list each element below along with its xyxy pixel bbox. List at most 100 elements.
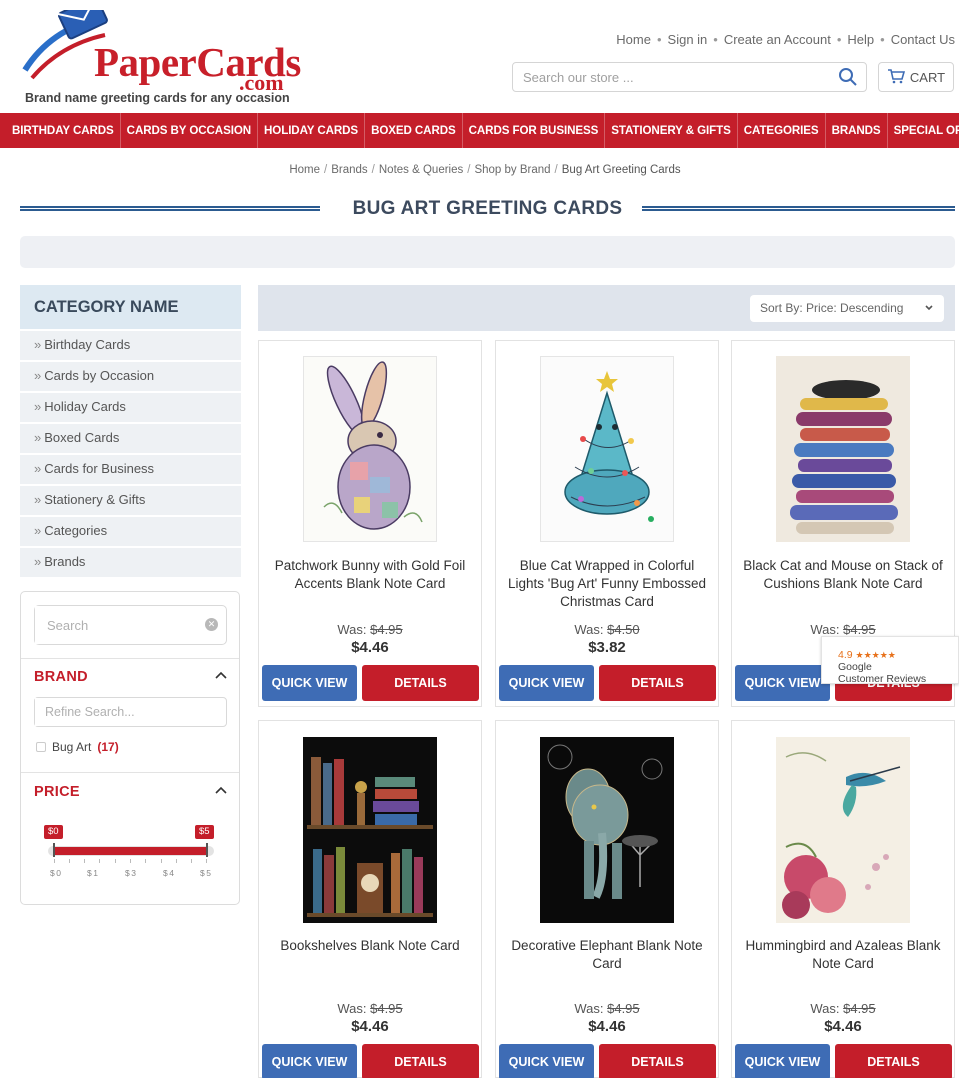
search-icon[interactable] [838,67,858,92]
category-heading: CATEGORY NAME [20,285,241,329]
sort-label: Sort By: [760,301,803,315]
product-image-bookshelves[interactable] [303,737,437,923]
product-price: $4.46 [351,639,389,656]
site-logo[interactable]: PaperCards .com Brand name greeting card… [20,10,310,110]
toplink-help[interactable]: Help [847,32,874,47]
category-item-categories[interactable]: » Categories [20,517,241,546]
nav-birthday-cards[interactable]: BIRTHDAY CARDS [0,113,121,148]
nav-stationery-gifts[interactable]: STATIONERY & GIFTS [605,113,738,148]
chevron-up-icon[interactable] [215,669,227,683]
nav-cards-by-occasion[interactable]: CARDS BY OCCASION [121,113,259,148]
breadcrumb-brands[interactable]: Brands [331,164,367,176]
brand-option-count: (17) [97,740,119,754]
price-label: $3 [125,868,138,878]
price-slider[interactable]: $0 $5 $0 $1 $3 $4 $5 [34,822,230,882]
product-title[interactable]: Decorative Elephant Blank Note Card [504,937,710,973]
price-min-tag: $0 [44,825,63,839]
page-title-block: BUG ART GREETING CARDS [20,198,955,222]
brand-filter-heading[interactable]: BRAND [34,669,88,685]
category-item-birthday-cards[interactable]: » Birthday Cards [20,331,241,360]
brand-option-bug-art[interactable]: Bug Art (17) [36,740,119,754]
breadcrumb-notes-queries[interactable]: Notes & Queries [379,164,463,176]
nav-holiday-cards[interactable]: HOLIDAY CARDS [258,113,366,148]
chevron-up-icon[interactable] [215,784,227,798]
product-title[interactable]: Patchwork Bunny with Gold Foil Accents B… [267,557,473,593]
store-search-input[interactable] [513,63,823,91]
product-was-price: Was: $4.95 [810,1001,876,1016]
category-item-stationery-gifts[interactable]: » Stationery & Gifts [20,486,241,515]
product-card[interactable]: Hummingbird and Azaleas Blank Note Card … [731,720,955,1078]
category-item-cards-for-business[interactable]: » Cards for Business [20,455,241,484]
category-item-cards-by-occasion[interactable]: » Cards by Occasion [20,362,241,391]
nav-special-offers[interactable]: SPECIAL OFFERS [888,113,959,148]
price-label: $4 [163,868,176,878]
price-slider-max-handle[interactable] [206,843,208,857]
google-label: Google [838,661,872,673]
nav-boxed-cards[interactable]: BOXED CARDS [365,113,463,148]
price-max-tag: $5 [195,825,214,839]
quick-view-button[interactable]: QUICK VIEW [499,665,594,701]
category-item-brands[interactable]: » Brands [20,548,241,577]
price-label: $1 [87,868,100,878]
category-item-boxed-cards[interactable]: » Boxed Cards [20,424,241,453]
product-price: $4.46 [351,1018,389,1035]
brand-checkbox[interactable] [36,742,46,752]
filter-search-input[interactable] [35,606,195,644]
quick-view-button[interactable]: QUICK VIEW [735,1044,830,1078]
toplink-sign-in[interactable]: Sign in [668,32,708,47]
brand-refine-input[interactable] [35,698,215,726]
product-card[interactable]: Decorative Elephant Blank Note Card Was:… [495,720,719,1078]
brand-refine-search [34,697,227,727]
quick-view-button[interactable]: QUICK VIEW [262,665,357,701]
price-label: $5 [200,868,213,878]
category-sidebar: CATEGORY NAME » Birthday Cards » Cards by … [20,285,241,577]
price-slider-min-handle[interactable] [53,843,55,857]
quick-view-button[interactable]: QUICK VIEW [499,1044,594,1078]
details-button[interactable]: DETAILS [599,1044,716,1078]
details-button[interactable]: DETAILS [835,1044,952,1078]
product-title[interactable]: Blue Cat Wrapped in Colorful Lights 'Bug… [504,557,710,611]
google-reviews-badge[interactable]: 4.9 ★★★★★ Google Customer Reviews [821,636,959,685]
product-image-decorative-elephant[interactable] [540,737,674,923]
sort-select[interactable]: Sort By: Price: Descending [750,295,944,322]
info-bar [20,236,955,268]
cart-label: CART [909,69,946,85]
chevron-down-icon [924,302,934,316]
details-button[interactable]: DETAILS [362,665,479,701]
product-title[interactable]: Black Cat and Mouse on Stack of Cushions… [740,557,946,593]
toplink-contact-us[interactable]: Contact Us [891,32,955,47]
quick-view-button[interactable]: QUICK VIEW [735,665,830,701]
toplink-create-account[interactable]: Create an Account [724,32,831,47]
product-image-patchwork-bunny[interactable] [303,356,437,542]
product-image-blue-cat[interactable] [540,356,674,542]
nav-cards-for-business[interactable]: CARDS FOR BUSINESS [463,113,606,148]
top-links: Home • Sign in • Create an Account • Help • Cont… [616,32,955,47]
price-label: $0 [50,868,63,878]
quick-view-button[interactable]: QUICK VIEW [262,1044,357,1078]
product-title[interactable]: Bookshelves Blank Note Card [267,937,473,955]
breadcrumb-home[interactable]: Home [289,164,320,176]
cart-button[interactable]: CART [878,62,954,92]
breadcrumb-shop-by-brand[interactable]: Shop by Brand [474,164,550,176]
price-filter-heading[interactable]: PRICE [34,784,80,800]
page-title: BUG ART GREETING CARDS [340,198,635,219]
clear-icon[interactable]: ✕ [205,618,218,631]
store-search [512,62,867,92]
nav-categories[interactable]: CATEGORIES [738,113,826,148]
product-was-price: Was: $4.95 [337,622,403,637]
product-image-hummingbird-azaleas[interactable] [776,737,910,923]
product-was-price: Was: $4.95 [810,622,876,637]
product-was-price: Was: $4.50 [574,622,640,637]
category-item-holiday-cards[interactable]: » Holiday Cards [20,393,241,422]
details-button[interactable]: DETAILS [362,1044,479,1078]
product-card[interactable]: Blue Cat Wrapped in Colorful Lights 'Bug… [495,340,719,707]
product-title[interactable]: Hummingbird and Azaleas Blank Note Card [740,937,946,973]
cart-icon [887,68,905,87]
product-card[interactable]: Patchwork Bunny with Gold Foil Accents B… [258,340,482,707]
product-image-black-cat-cushions[interactable] [776,356,910,542]
details-button[interactable]: DETAILS [599,665,716,701]
nav-brands[interactable]: BRANDS [826,113,888,148]
filter-divider [21,772,239,773]
product-card[interactable]: Bookshelves Blank Note Card Was: $4.95 $… [258,720,482,1078]
toplink-home[interactable]: Home [616,32,651,47]
